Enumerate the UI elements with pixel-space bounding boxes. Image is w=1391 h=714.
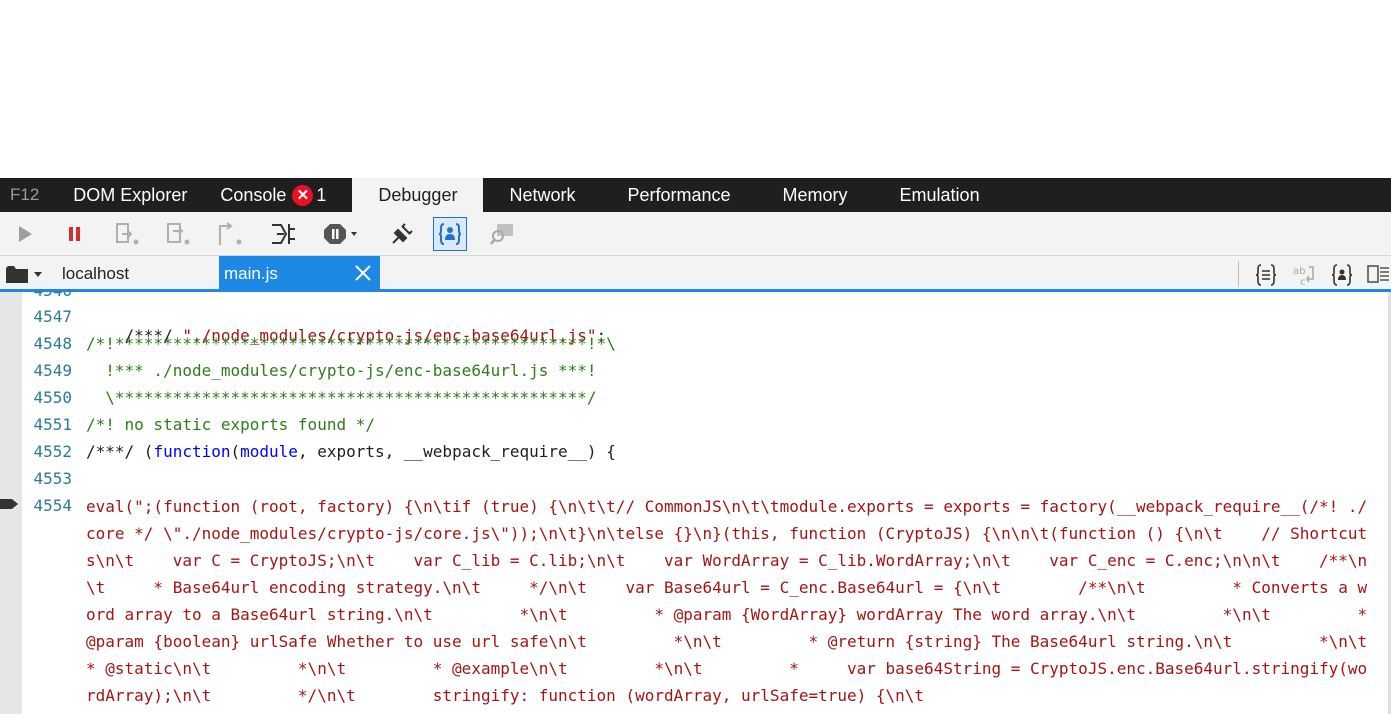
pause-icon[interactable] bbox=[59, 218, 91, 250]
source-map-icon[interactable] bbox=[487, 218, 519, 250]
step-over-icon[interactable] bbox=[163, 218, 195, 250]
just-my-code-icon[interactable] bbox=[433, 217, 467, 251]
debugger-toolbar bbox=[0, 212, 1391, 256]
file-tab-bar: localhost main.js ab c bbox=[0, 256, 1391, 292]
eval-code-line: eval(";(function (root, factory) {\n\tif… bbox=[86, 497, 1368, 705]
code-line: /*!*************************************… bbox=[86, 334, 616, 353]
code-text: , exports, __webpack_require__) { bbox=[297, 442, 616, 461]
step-into-icon[interactable] bbox=[112, 218, 144, 250]
play-icon[interactable] bbox=[9, 218, 41, 250]
tab-console-label: Console bbox=[220, 184, 287, 205]
page-content-area bbox=[0, 0, 1391, 178]
break-on-new-worker-icon[interactable] bbox=[267, 218, 299, 250]
pretty-print-icon[interactable] bbox=[1254, 263, 1278, 287]
f12-label: F12 bbox=[10, 185, 40, 204]
tab-emulation[interactable]: Emulation bbox=[874, 178, 1006, 212]
line-number: 4547 bbox=[33, 307, 72, 326]
code-line: !*** ./node_modules/crypto-js/enc-base64… bbox=[86, 361, 597, 380]
line-number: 4546 bbox=[22, 292, 72, 300]
word-wrap-icon[interactable]: abc bbox=[1292, 263, 1316, 287]
tab-performance-label: Performance bbox=[627, 184, 731, 205]
line-number: 4554 bbox=[33, 496, 72, 515]
line-number: 4550 bbox=[33, 388, 72, 407]
tab-memory[interactable]: Memory bbox=[757, 178, 874, 212]
location-breadcrumb[interactable]: localhost bbox=[62, 256, 129, 289]
exception-behavior-icon[interactable] bbox=[320, 218, 362, 250]
error-icon: ✕ bbox=[292, 184, 314, 206]
code-line: /***/ (function(module, exports, __webpa… bbox=[86, 442, 616, 461]
tab-debugger[interactable]: Debugger bbox=[352, 178, 484, 212]
code-editor[interactable]: 4546 4547 /***/ "./node_modules/crypto-j… bbox=[0, 292, 1391, 714]
code-keyword: module bbox=[240, 442, 298, 461]
svg-text:ab: ab bbox=[1293, 266, 1305, 277]
close-icon[interactable] bbox=[354, 264, 372, 282]
file-tab-main-js[interactable]: main.js bbox=[219, 256, 380, 289]
file-tab-label: main.js bbox=[224, 264, 278, 283]
current-statement-marker bbox=[0, 499, 18, 509]
line-number: 4553 bbox=[33, 469, 72, 488]
tab-memory-label: Memory bbox=[782, 184, 848, 205]
open-document-list-icon[interactable] bbox=[1366, 263, 1390, 287]
tab-dom-explorer[interactable]: DOM Explorer bbox=[49, 178, 213, 212]
folder-icon[interactable] bbox=[4, 262, 44, 286]
tab-network[interactable]: Network bbox=[483, 178, 601, 212]
tab-emulation-label: Emulation bbox=[899, 184, 980, 205]
code-text: ( bbox=[230, 442, 241, 461]
devtools-tab-bar: F12 DOM Explorer Console ✕ 1 Debugger Ne… bbox=[0, 178, 1391, 212]
line-number: 4551 bbox=[33, 415, 72, 434]
code-keyword: function bbox=[153, 442, 231, 461]
tab-network-label: Network bbox=[509, 184, 576, 205]
source-maps-toggle-icon[interactable] bbox=[1330, 263, 1354, 287]
tab-debugger-label: Debugger bbox=[378, 184, 458, 205]
tab-console[interactable]: Console ✕ 1 bbox=[213, 178, 352, 212]
console-error-count: 1 bbox=[316, 184, 327, 205]
tab-dom-explorer-label: DOM Explorer bbox=[73, 184, 188, 205]
code-text: /***/ ( bbox=[86, 442, 154, 461]
step-out-icon[interactable] bbox=[215, 218, 247, 250]
svg-text:c: c bbox=[1300, 277, 1306, 287]
code-line: \***************************************… bbox=[86, 388, 597, 407]
line-number: 4552 bbox=[33, 442, 72, 461]
line-number: 4548 bbox=[33, 334, 72, 353]
code-line: /*! no static exports found */ bbox=[86, 415, 375, 434]
disconnect-debugger-icon[interactable] bbox=[386, 218, 418, 250]
line-number: 4549 bbox=[33, 361, 72, 380]
toolbar-divider bbox=[1238, 261, 1239, 287]
tab-performance[interactable]: Performance bbox=[601, 178, 756, 212]
